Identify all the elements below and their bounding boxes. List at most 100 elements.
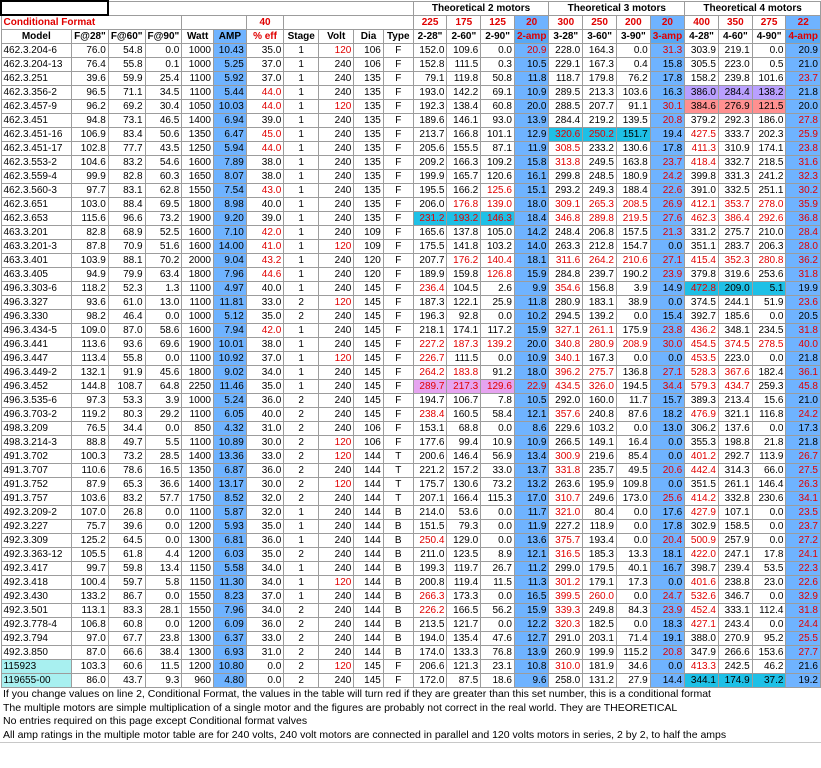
table-cell[interactable]: 23.6 — [785, 295, 821, 310]
table-cell[interactable]: 115923 — [0, 659, 73, 674]
table-cell[interactable]: 230.6 — [751, 491, 787, 506]
table-cell[interactable]: 3.9 — [144, 393, 183, 408]
table-cell[interactable]: 0.5 — [751, 57, 787, 72]
table-cell[interactable]: 1 — [283, 169, 320, 184]
table-cell[interactable]: 242.5 — [717, 659, 753, 674]
table-cell[interactable]: 157.2 — [446, 463, 482, 478]
table-cell[interactable]: B — [382, 547, 414, 562]
table-cell[interactable]: 117.2 — [480, 323, 515, 338]
table-cell[interactable]: 386.0 — [684, 85, 719, 100]
table-cell[interactable]: 30.4 — [144, 99, 183, 114]
table-cell[interactable]: 9.9 — [513, 281, 550, 296]
table-cell[interactable]: 20.0 — [513, 337, 550, 352]
table-cell[interactable]: 462.3.204-6 — [0, 43, 73, 58]
table-cell[interactable]: 159.8 — [446, 267, 482, 282]
table-cell[interactable]: 23.7 — [785, 71, 821, 86]
table-cell[interactable]: 36.8 — [785, 211, 821, 226]
table-cell[interactable]: 240 — [318, 519, 355, 534]
table-cell[interactable]: 492.3.501 — [0, 603, 73, 618]
column-header[interactable]: 4-amp — [785, 29, 821, 44]
table-cell[interactable]: 96.6 — [107, 211, 146, 226]
table-cell[interactable]: F — [382, 71, 414, 86]
table-cell[interactable]: 496.3.327 — [0, 295, 73, 310]
table-cell[interactable]: 340.1 — [548, 351, 584, 366]
table-cell[interactable]: 333.7 — [717, 127, 753, 142]
table-cell[interactable]: 5.12 — [213, 309, 247, 324]
table-cell[interactable]: F — [382, 239, 414, 254]
table-cell[interactable]: 175.5 — [412, 239, 448, 254]
table-cell[interactable]: 401.2 — [684, 449, 719, 464]
table-cell[interactable]: 119.4 — [446, 575, 482, 590]
table-cell[interactable]: 0.0 — [751, 519, 787, 534]
table-cell[interactable]: 65.3 — [107, 477, 146, 492]
table-cell[interactable]: 39.6 — [71, 71, 109, 86]
table-cell[interactable]: 30.0 — [245, 477, 285, 492]
table-cell[interactable]: 209.2 — [412, 155, 448, 170]
table-cell[interactable]: 194.0 — [412, 631, 448, 646]
table-cell[interactable]: 227.2 — [412, 337, 448, 352]
table-cell[interactable]: 294.5 — [548, 309, 584, 324]
table-cell[interactable]: 219.1 — [717, 43, 753, 58]
table-cell[interactable]: 84.3 — [615, 603, 651, 618]
table-cell[interactable]: 310.7 — [548, 491, 584, 506]
table-cell[interactable]: 33.0 — [245, 631, 285, 646]
name-box-cell[interactable] — [0, 0, 110, 16]
table-cell[interactable]: 93.6 — [71, 295, 109, 310]
table-cell[interactable]: 42.0 — [245, 225, 285, 240]
table-cell[interactable]: 1100 — [181, 71, 214, 86]
table-cell[interactable]: 1 — [283, 113, 320, 128]
table-cell[interactable]: 144 — [353, 603, 384, 618]
table-cell[interactable]: F — [382, 421, 414, 436]
table-cell[interactable]: 23.8 — [649, 323, 686, 338]
table-cell[interactable]: F — [382, 365, 414, 380]
table-cell[interactable]: 319.6 — [717, 267, 753, 282]
table-cell[interactable]: 398.7 — [684, 561, 719, 576]
table-cell[interactable]: 0.0 — [144, 589, 183, 604]
table-cell[interactable]: 0.0 — [480, 505, 515, 520]
table-cell[interactable]: 113.4 — [71, 351, 109, 366]
table-cell[interactable]: 192.3 — [412, 99, 448, 114]
table-cell[interactable]: 0.0 — [649, 477, 686, 492]
table-cell[interactable]: 2 — [283, 463, 320, 478]
table-cell[interactable]: 31.3 — [649, 43, 686, 58]
group-title-3-motors[interactable]: Theoretical 3 motors — [548, 0, 686, 16]
table-cell[interactable]: 174.0 — [412, 645, 448, 660]
table-cell[interactable]: B — [382, 617, 414, 632]
table-cell[interactable]: 88.1 — [107, 253, 146, 268]
table-cell[interactable]: 99.9 — [71, 169, 109, 184]
table-cell[interactable]: 0.0 — [480, 309, 515, 324]
table-cell[interactable]: 0.0 — [144, 351, 183, 366]
table-cell[interactable]: 165.7 — [446, 169, 482, 184]
table-cell[interactable]: 145 — [353, 379, 384, 394]
table-cell[interactable]: 278.5 — [751, 337, 787, 352]
table-cell[interactable]: 1100 — [181, 351, 214, 366]
table-cell[interactable]: 38.0 — [245, 169, 285, 184]
table-cell[interactable]: 1600 — [181, 155, 214, 170]
table-cell[interactable]: 115.6 — [71, 211, 109, 226]
table-cell[interactable]: 1000 — [181, 393, 214, 408]
table-cell[interactable]: 82.8 — [71, 225, 109, 240]
table-cell[interactable]: 240 — [318, 71, 355, 86]
table-cell[interactable]: 0.0 — [615, 43, 651, 58]
table-cell[interactable]: 144 — [353, 463, 384, 478]
column-header[interactable]: 4-90" — [751, 29, 787, 44]
table-cell[interactable]: 125.2 — [71, 533, 109, 548]
table-cell[interactable]: 135 — [353, 127, 384, 142]
table-cell[interactable]: 240 — [318, 127, 355, 142]
table-cell[interactable]: 210.6 — [615, 253, 651, 268]
table-cell[interactable]: 264.2 — [412, 365, 448, 380]
table-cell[interactable]: 26.9 — [649, 197, 686, 212]
table-cell[interactable]: 10.9 — [513, 351, 550, 366]
table-cell[interactable]: 0.0 — [480, 519, 515, 534]
table-cell[interactable]: 0.0 — [751, 43, 787, 58]
table-cell[interactable]: 50.6 — [144, 127, 183, 142]
table-cell[interactable]: 79.3 — [446, 519, 482, 534]
table-cell[interactable]: 157.5 — [615, 225, 651, 240]
table-cell[interactable]: 1100 — [181, 435, 214, 450]
table-cell[interactable]: 18.3 — [649, 617, 686, 632]
table-cell[interactable]: 1 — [283, 197, 320, 212]
column-header[interactable]: 3-28" — [548, 29, 584, 44]
table-cell[interactable]: 20.9 — [785, 43, 821, 58]
table-cell[interactable]: 1 — [283, 183, 320, 198]
table-cell[interactable]: 8.98 — [213, 197, 247, 212]
